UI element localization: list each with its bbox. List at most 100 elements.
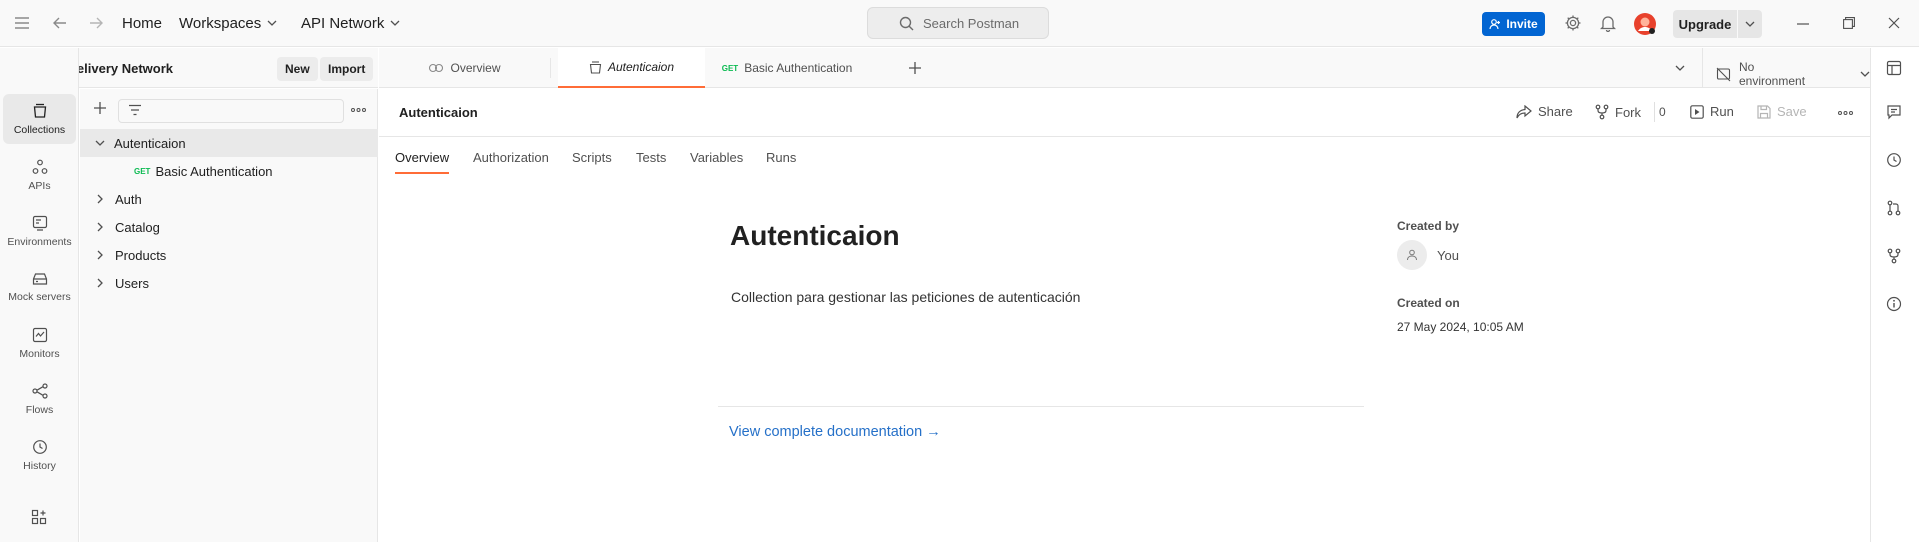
created-on-label: Created on [1397,296,1460,310]
info-icon[interactable] [1886,296,1902,312]
tree-item-users[interactable]: Users [80,269,378,297]
environment-quick-look-icon[interactable] [1886,60,1902,76]
workspaces-menu[interactable]: Workspaces [179,15,277,32]
subtab-variables[interactable]: Variables [690,150,743,165]
subtab-tests[interactable]: Tests [636,150,666,165]
subtab-overview[interactable]: Overview [395,150,449,165]
tree-item-products[interactable]: Products [80,241,378,269]
import-button[interactable]: Import [320,57,374,81]
menu-icon[interactable] [14,16,30,30]
more-options-icon[interactable] [351,108,366,112]
tab-label: Overview [450,61,501,75]
rail-item-apis[interactable]: APIs [3,150,76,200]
changelog-history-icon[interactable] [1886,152,1902,168]
tree-item-catalog[interactable]: Catalog [80,213,378,241]
rail-label: Collections [13,123,66,136]
rail-label: Environments [7,235,72,248]
user-avatar[interactable] [1633,12,1657,36]
search-icon [899,16,914,31]
forward-arrow-icon[interactable] [88,16,104,30]
collection-header-title[interactable]: Autenticaion [399,105,478,120]
rail-item-flows[interactable]: Flows [3,374,76,424]
fork-count[interactable]: 0 [1659,105,1666,119]
view-documentation-link[interactable]: View complete documentation → [729,424,941,440]
rail-item-collections[interactable]: Collections [3,94,76,144]
rail-label: Flows [25,403,54,416]
upgrade-label: Upgrade [1678,16,1732,32]
chevron-down-icon [1860,71,1870,78]
content-divider [718,406,1364,407]
more-actions-icon[interactable] [1838,111,1853,115]
upgrade-button[interactable]: Upgrade [1673,10,1737,38]
tree-item-auth[interactable]: Auth [80,185,378,213]
collection-header: Autenticaion Share Fork 0 Run Save [379,89,1870,137]
subtab-scripts[interactable]: Scripts [572,150,612,165]
tabs-bar: Overview Autenticaion GET Basic Authenti… [379,48,1870,88]
rail-item-monitors[interactable]: Monitors [3,318,76,368]
environments-icon [32,215,48,231]
chevron-right-icon[interactable] [97,278,115,288]
chevron-right-icon[interactable] [97,194,115,204]
minimize-icon[interactable] [1797,23,1809,25]
pull-requests-icon[interactable] [1886,200,1902,216]
rail-item-mock-servers[interactable]: Mock servers [3,262,76,312]
tab-overview[interactable]: Overview [379,48,550,88]
collection-description[interactable]: Collection para gestionar las peticiones… [731,289,1080,305]
upgrade-dropdown-button[interactable] [1738,10,1762,38]
add-user-icon [1489,18,1501,30]
tabs-dropdown-chevron-icon[interactable] [1675,65,1685,72]
chevron-down-icon[interactable] [95,140,115,147]
collection-name-heading[interactable]: Autenticaion [730,220,900,252]
save-button[interactable]: Save [1757,104,1807,119]
tab-autenticaion[interactable]: Autenticaion [558,48,705,88]
env-divider [1702,48,1703,88]
environment-selector[interactable]: No environment [1716,60,1870,88]
environment-label: No environment [1739,60,1806,88]
chevron-right-icon[interactable] [97,250,115,260]
share-icon [1516,104,1532,119]
fork-button[interactable]: Fork [1595,104,1641,120]
filter-collections-input[interactable] [118,99,344,123]
run-label: Run [1710,104,1734,119]
run-icon [1690,104,1704,119]
api-network-menu[interactable]: API Network [301,15,400,32]
new-tab-plus-icon[interactable] [908,61,922,75]
chevron-down-icon [1745,21,1755,28]
rail-item-environments[interactable]: Environments [3,206,76,256]
tab-basic-authentication[interactable]: GET Basic Authentication [713,48,861,88]
tree-item-basic-authentication[interactable]: GET Basic Authentication [80,157,378,185]
back-arrow-icon[interactable] [52,16,68,30]
configure-workspace-icon[interactable] [31,509,47,525]
chevron-down-icon [390,20,400,27]
new-button[interactable]: New [277,57,318,81]
chevron-right-icon[interactable] [97,222,115,232]
tree-item-label: Catalog [115,219,160,235]
share-button[interactable]: Share [1516,104,1573,119]
close-window-icon[interactable] [1888,17,1900,29]
created-by-value: You [1437,248,1459,263]
add-collection-icon[interactable] [93,101,107,115]
restore-window-icon[interactable] [1843,17,1855,29]
comments-icon[interactable] [1886,104,1902,120]
tree-item-label: Basic Authentication [155,163,273,179]
notifications-bell-icon[interactable] [1600,14,1616,32]
get-method-badge: GET [721,63,739,73]
chevron-down-icon [267,20,277,27]
home-link[interactable]: Home [122,15,162,32]
run-button[interactable]: Run [1690,104,1734,119]
invite-button[interactable]: Invite [1482,12,1545,36]
settings-gear-icon[interactable] [1564,14,1582,32]
api-network-label: API Network [301,15,385,32]
invite-label: Invite [1506,17,1538,31]
tab-divider [550,58,551,78]
tab-label: Basic Authentication [744,61,853,75]
search-input[interactable]: Search Postman [867,7,1049,39]
subtab-runs[interactable]: Runs [766,150,796,165]
fork-divider [1654,102,1655,122]
rail-item-history[interactable]: History [3,430,76,480]
created-by-label: Created by [1397,219,1460,233]
tree-item-autenticaion[interactable]: Autenticaion [80,129,378,157]
subtab-authorization[interactable]: Authorization [473,150,549,165]
forks-icon[interactable] [1886,248,1902,264]
rail-label: APIs [28,179,51,192]
